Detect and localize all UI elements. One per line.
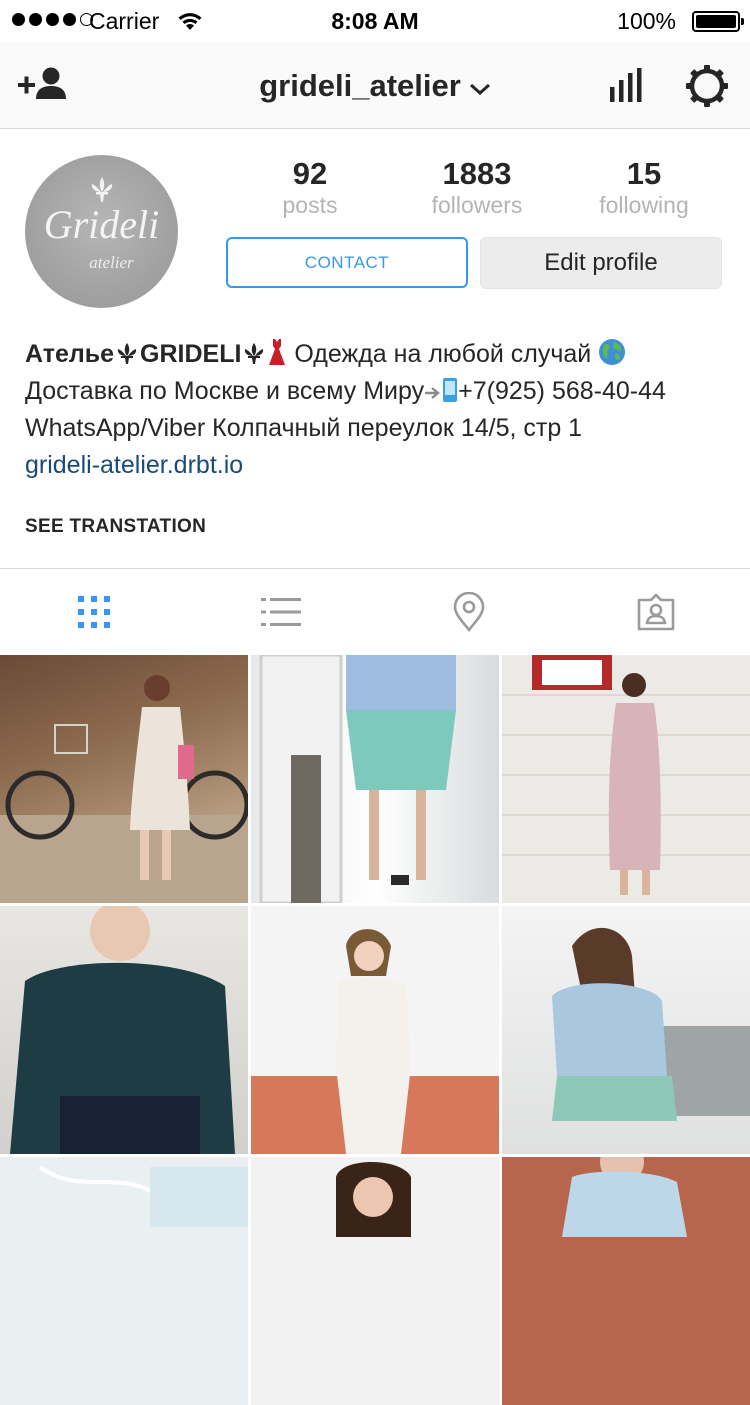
list-icon <box>261 597 301 627</box>
chevron-down-icon[interactable] <box>469 68 491 104</box>
battery-icon <box>692 11 740 32</box>
insights-bar-chart-icon[interactable] <box>609 67 643 108</box>
see-translation-link[interactable]: SEE TRANSTATION <box>25 516 206 538</box>
followers-label: followers <box>402 192 552 218</box>
post-thumbnail[interactable] <box>251 1157 499 1405</box>
profile-username[interactable]: grideli_atelier <box>259 68 461 104</box>
location-pin-icon <box>452 592 486 632</box>
bio-address: WhatsApp/Viber Колпачный переулок 14/5, … <box>25 410 740 447</box>
post-thumbnail[interactable] <box>251 906 499 1154</box>
profile-tabs <box>0 568 750 655</box>
photo-woman-long-hair <box>502 906 750 1154</box>
arrow-right-icon <box>424 383 442 403</box>
post-thumbnail[interactable] <box>502 655 750 903</box>
battery-percentage: 100% <box>617 8 676 35</box>
globe-icon <box>598 338 626 366</box>
post-thumbnail[interactable] <box>502 1157 750 1405</box>
photo-woman-window <box>251 655 499 903</box>
tab-tagged[interactable] <box>563 569 750 655</box>
bio-name-part1: Ателье <box>25 340 114 368</box>
post-thumbnail[interactable] <box>251 655 499 903</box>
profile-avatar[interactable]: Grideli atelier <box>25 155 178 308</box>
post-thumbnail[interactable] <box>0 1157 248 1405</box>
photo-woman-dark-sweater <box>0 906 248 1154</box>
edit-profile-button[interactable]: Edit profile <box>480 237 722 289</box>
photo-woman-portrait <box>251 1157 499 1405</box>
fleur-de-lis-icon <box>241 342 267 366</box>
posts-stat[interactable]: 92 posts <box>235 156 385 218</box>
followers-stat[interactable]: 1883 followers <box>402 156 552 218</box>
tab-list[interactable] <box>188 569 376 655</box>
fleur-de-lis-icon <box>114 342 140 366</box>
bio-name-part2: GRIDELI <box>140 340 241 368</box>
photo-woman-red-sofa <box>502 1157 750 1405</box>
post-thumbnail[interactable] <box>502 906 750 1154</box>
status-bar: Carrier 8:08 AM 100% <box>0 0 750 42</box>
settings-gear-icon[interactable] <box>685 64 729 113</box>
post-thumbnail[interactable] <box>0 655 248 903</box>
bio-website-link[interactable]: grideli-atelier.drbt.io <box>25 451 243 479</box>
tagged-photos-icon <box>636 593 676 631</box>
photo-woman-bicycle <box>0 655 248 903</box>
following-count: 15 <box>569 156 719 192</box>
tab-location[interactable] <box>375 569 563 655</box>
bio-phone[interactable]: +7(925) 568-40-44 <box>458 377 666 405</box>
bio-delivery-text: Доставка по Москве и всему Миру <box>25 377 424 405</box>
avatar-brand-text: Grideli <box>25 201 178 248</box>
avatar-sub-text: atelier <box>25 253 178 273</box>
following-stat[interactable]: 15 following <box>569 156 719 218</box>
bio-tagline: Одежда на любой случай <box>294 340 591 368</box>
grid-icon <box>77 595 111 629</box>
followers-count: 1883 <box>402 156 552 192</box>
photo-woman-brick-wall <box>502 655 750 903</box>
posts-count: 92 <box>235 156 385 192</box>
profile-bio: Ателье GRIDELI Одежда на любой случай Дос… <box>25 336 740 484</box>
post-thumbnail[interactable] <box>0 906 248 1154</box>
tab-grid[interactable] <box>0 569 188 655</box>
contact-button[interactable]: CONTACT <box>226 237 468 288</box>
following-label: following <box>569 192 719 218</box>
profile-nav-bar: grideli_atelier <box>0 42 750 129</box>
photo-woman-white-dress <box>251 906 499 1154</box>
posts-label: posts <box>235 192 385 218</box>
photo-light-fabric <box>0 1157 248 1405</box>
mobile-phone-icon <box>442 377 458 403</box>
dress-icon <box>267 338 287 366</box>
